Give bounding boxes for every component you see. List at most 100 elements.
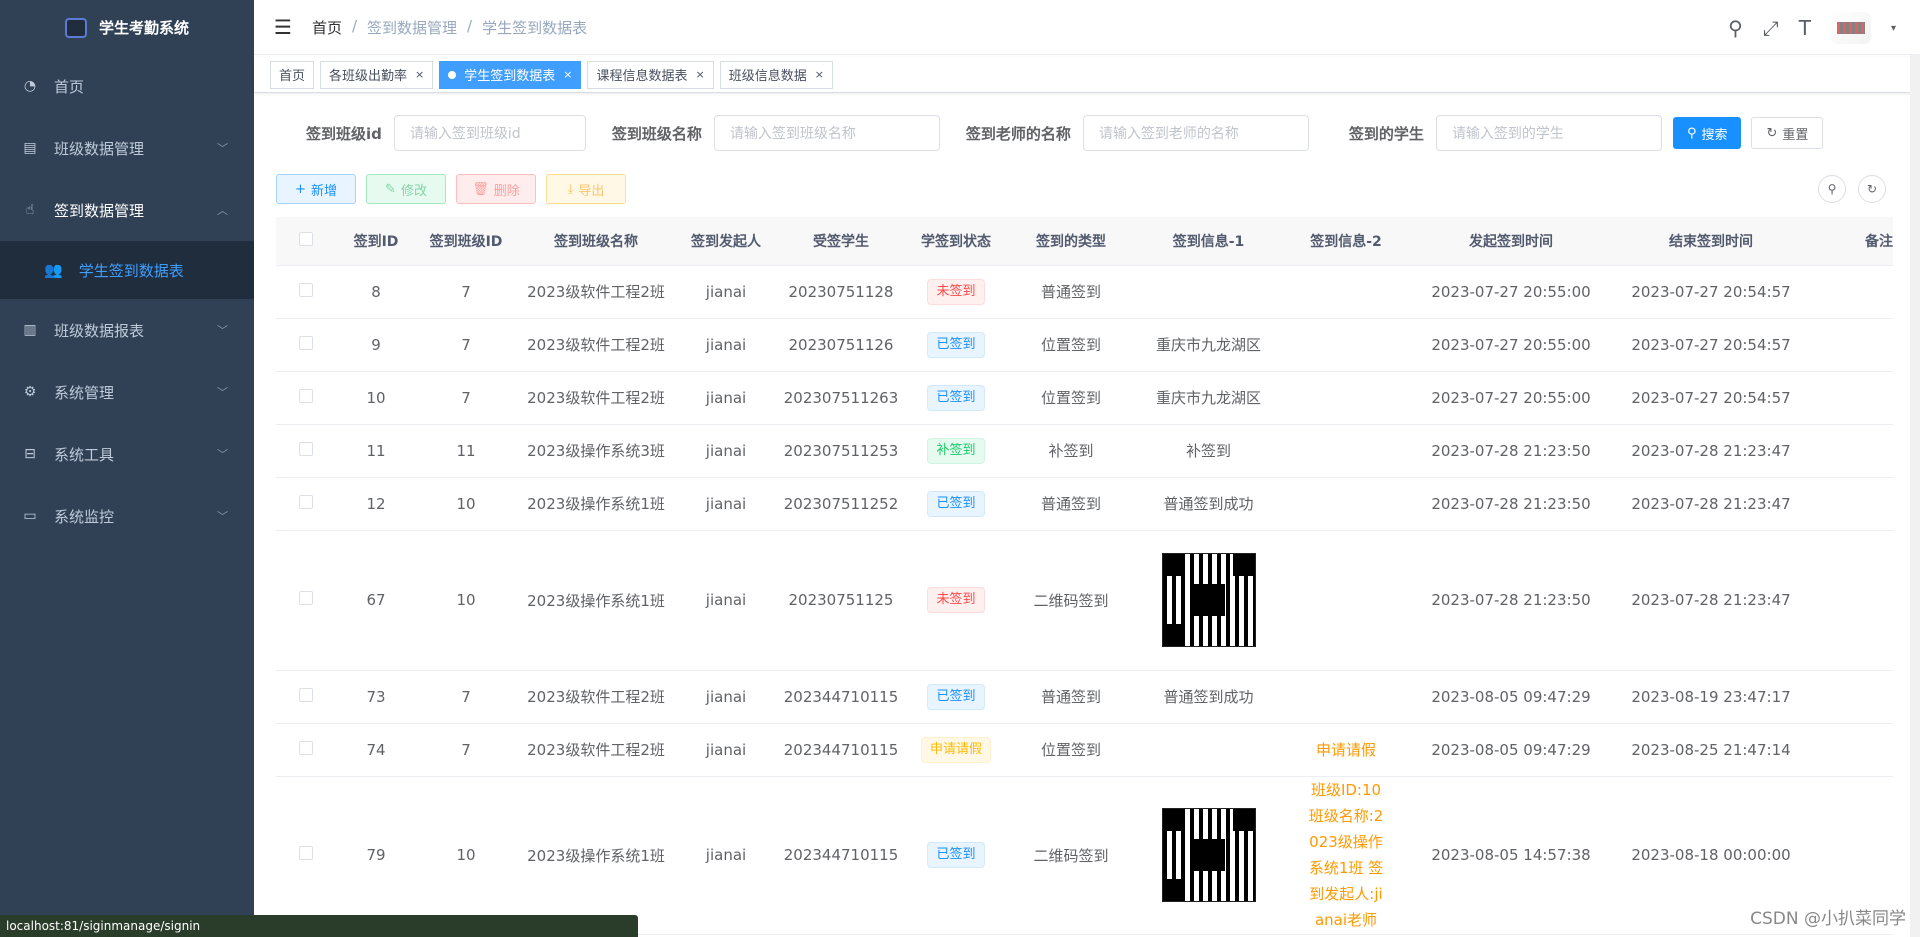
student-input[interactable]: 请输入签到的学生 bbox=[1435, 115, 1662, 151]
row-checkbox[interactable] bbox=[299, 335, 313, 350]
cell-init: jianai bbox=[676, 477, 776, 531]
table-row[interactable]: 67 10 2023级操作系统1班 jianai 20230751125 未签到 二维码签到… bbox=[276, 530, 1893, 671]
table-row[interactable]: 9 7 2023级软件工程2班 jianai 20230751126 已签到 位置签到 重庆市… bbox=[276, 318, 1893, 372]
search-button[interactable]: ⚲ 搜索 bbox=[1672, 117, 1742, 149]
tab-home[interactable]: 首页 bbox=[270, 60, 315, 89]
scrollbar[interactable] bbox=[1910, 55, 1920, 937]
sidebar-item-monitor[interactable]: ▭ 系统监控 ﹀ bbox=[0, 485, 254, 547]
row-checkbox[interactable] bbox=[299, 388, 313, 403]
cell-start: 2023-07-27 20:55:00 bbox=[1411, 318, 1611, 372]
row-checkbox[interactable] bbox=[299, 740, 313, 755]
cell-stu: 20230751126 bbox=[776, 318, 906, 372]
close-icon[interactable]: × bbox=[696, 68, 705, 81]
row-checkbox[interactable] bbox=[299, 591, 313, 605]
cell-end: 2023-07-28 21:23:47 bbox=[1611, 530, 1811, 671]
cell-end: 2023-07-27 20:54:57 bbox=[1611, 265, 1811, 319]
table-row[interactable]: 8 7 2023级软件工程2班 jianai 20230751128 未签到 普通签到 202… bbox=[276, 265, 1893, 319]
tab-class-info[interactable]: 班级信息数据 × bbox=[719, 60, 833, 89]
app-logo[interactable]: 学生考勤系统 bbox=[0, 0, 254, 55]
row-checkbox[interactable] bbox=[299, 494, 313, 509]
sidebar-item-tools[interactable]: ⊟ 系统工具 ﹀ bbox=[0, 423, 254, 485]
select-all-cell[interactable] bbox=[276, 217, 336, 266]
toggle-search-button[interactable]: ⚲ bbox=[1818, 175, 1846, 203]
row-checkbox[interactable] bbox=[299, 846, 313, 860]
caret-down-icon[interactable]: ▾ bbox=[1891, 23, 1896, 34]
column-header: 签到班级ID bbox=[416, 217, 516, 266]
hand-pointer-icon: ☝ bbox=[25, 202, 35, 218]
cell-type: 普通签到 bbox=[1006, 477, 1136, 531]
refresh-button[interactable]: ↻ bbox=[1858, 175, 1886, 203]
cell-end: 2023-07-27 20:54:57 bbox=[1611, 318, 1811, 372]
sidebar-item-home[interactable]: ◔ 首页 bbox=[0, 55, 254, 117]
search-icon[interactable]: ⚲ bbox=[1728, 16, 1743, 40]
table-row[interactable]: 74 7 2023级软件工程2班 jianai 202344710115 申请请假 位置签到… bbox=[276, 723, 1893, 777]
monitor-icon: ▭ bbox=[23, 508, 37, 524]
sidebar-subitem-student-signin[interactable]: 👥 学生签到数据表 bbox=[0, 241, 254, 299]
class-name-input[interactable]: 请输入签到班级名称 bbox=[713, 115, 940, 151]
cell-info1: 普通签到成功 bbox=[1136, 477, 1281, 531]
row-checkbox[interactable] bbox=[299, 441, 313, 456]
class-id-label: 签到班级id bbox=[306, 124, 382, 143]
sidebar-item-class-report[interactable]: ▥ 班级数据报表 ﹀ bbox=[0, 299, 254, 361]
font-size-icon[interactable]: T bbox=[1799, 16, 1811, 40]
cell-stu: 202307511253 bbox=[776, 424, 906, 478]
table-row[interactable]: 79 10 2023级操作系统1班 jianai 202344710115 已签到 二维码签… bbox=[276, 776, 1893, 935]
cell-name: 2023级操作系统1班 bbox=[516, 776, 676, 935]
tab-course-info[interactable]: 课程信息数据表 × bbox=[587, 60, 714, 89]
info2-line: 班级ID:10 bbox=[1310, 781, 1382, 799]
status-badge: 已签到 bbox=[927, 842, 985, 868]
sidebar-item-signin-data[interactable]: ☝ 签到数据管理 ︿ bbox=[0, 179, 254, 241]
qr-code-image bbox=[1161, 553, 1256, 647]
select-all-checkbox[interactable] bbox=[299, 231, 313, 246]
row-checkbox[interactable] bbox=[299, 687, 313, 702]
info2-line: anai老师 bbox=[1314, 911, 1378, 929]
close-icon[interactable]: × bbox=[563, 68, 572, 81]
column-header: 签到发起人 bbox=[676, 217, 776, 266]
reset-button[interactable]: ↻ 重置 bbox=[1751, 117, 1824, 149]
export-label: 导出 bbox=[578, 183, 605, 199]
sidebar-item-system[interactable]: ⚙ 系统管理 ﹀ bbox=[0, 361, 254, 423]
cell-id: 10 bbox=[336, 371, 416, 425]
table-row[interactable]: 12 10 2023级操作系统1班 jianai 202307511252 已签到 普通签到… bbox=[276, 477, 1893, 531]
delete-button[interactable]: 🗑 删除 bbox=[456, 174, 536, 204]
cell-id: 67 bbox=[336, 530, 416, 671]
sidebar-item-class-data[interactable]: ▤ 班级数据管理 ﹀ bbox=[0, 117, 254, 179]
chevron-down-icon: ﹀ bbox=[217, 510, 228, 523]
breadcrumb-home[interactable]: 首页 bbox=[312, 17, 342, 38]
fullscreen-icon[interactable]: ⤢ bbox=[1763, 16, 1779, 40]
column-header: 签到信息-2 bbox=[1281, 217, 1411, 266]
table-row[interactable]: 11 11 2023级操作系统3班 jianai 202307511253 补签到 补签到补… bbox=[276, 424, 1893, 478]
chevron-down-icon: ﹀ bbox=[217, 448, 228, 461]
sidebar-item-label: 班级数据报表 bbox=[54, 321, 145, 340]
cell-id: 11 bbox=[336, 424, 416, 478]
delete-label: 删除 bbox=[493, 183, 520, 199]
close-icon[interactable]: × bbox=[815, 68, 824, 81]
cell-info2: 申请请假 bbox=[1281, 723, 1411, 777]
qr-code-image bbox=[1161, 808, 1256, 902]
tab-student-signin[interactable]: 学生签到数据表 × bbox=[439, 60, 582, 89]
cell-info1 bbox=[1136, 723, 1281, 777]
info2-line: 023级操作 bbox=[1309, 833, 1383, 851]
teacher-name-input[interactable]: 请输入签到老师的名称 bbox=[1082, 115, 1309, 151]
status-badge: 已签到 bbox=[927, 683, 985, 710]
refresh-icon: ↻ bbox=[1766, 125, 1778, 141]
edit-button[interactable]: ✎ 修改 bbox=[366, 174, 446, 204]
cell-start: 2023-08-05 14:57:38 bbox=[1411, 776, 1611, 935]
status-badge: 已签到 bbox=[927, 490, 985, 517]
sidebar-item-label: 系统管理 bbox=[54, 383, 115, 402]
export-button[interactable]: ⤓ 导出 bbox=[546, 174, 626, 204]
table-row[interactable]: 73 7 2023级软件工程2班 jianai 202344710115 已签到 普通签到普… bbox=[276, 670, 1893, 724]
avatar[interactable] bbox=[1830, 12, 1871, 44]
close-icon[interactable]: × bbox=[415, 68, 424, 81]
cell-info1: 补签到 bbox=[1136, 424, 1281, 478]
cell-cls: 10 bbox=[416, 477, 516, 531]
cell-remark bbox=[1811, 530, 1893, 671]
cell-cls: 7 bbox=[416, 371, 516, 425]
row-checkbox[interactable] bbox=[299, 282, 313, 297]
tab-attendance-rate[interactable]: 各班级出勤率 × bbox=[320, 60, 434, 89]
hamburger-icon[interactable]: ☰ bbox=[274, 15, 292, 39]
table-row[interactable]: 10 7 2023级软件工程2班 jianai 202307511263 已签到 位置签到重… bbox=[276, 371, 1893, 425]
class-id-input[interactable]: 请输入签到班级id bbox=[393, 115, 586, 151]
cell-cls: 10 bbox=[416, 530, 516, 671]
add-button[interactable]: + 新增 bbox=[276, 174, 356, 204]
